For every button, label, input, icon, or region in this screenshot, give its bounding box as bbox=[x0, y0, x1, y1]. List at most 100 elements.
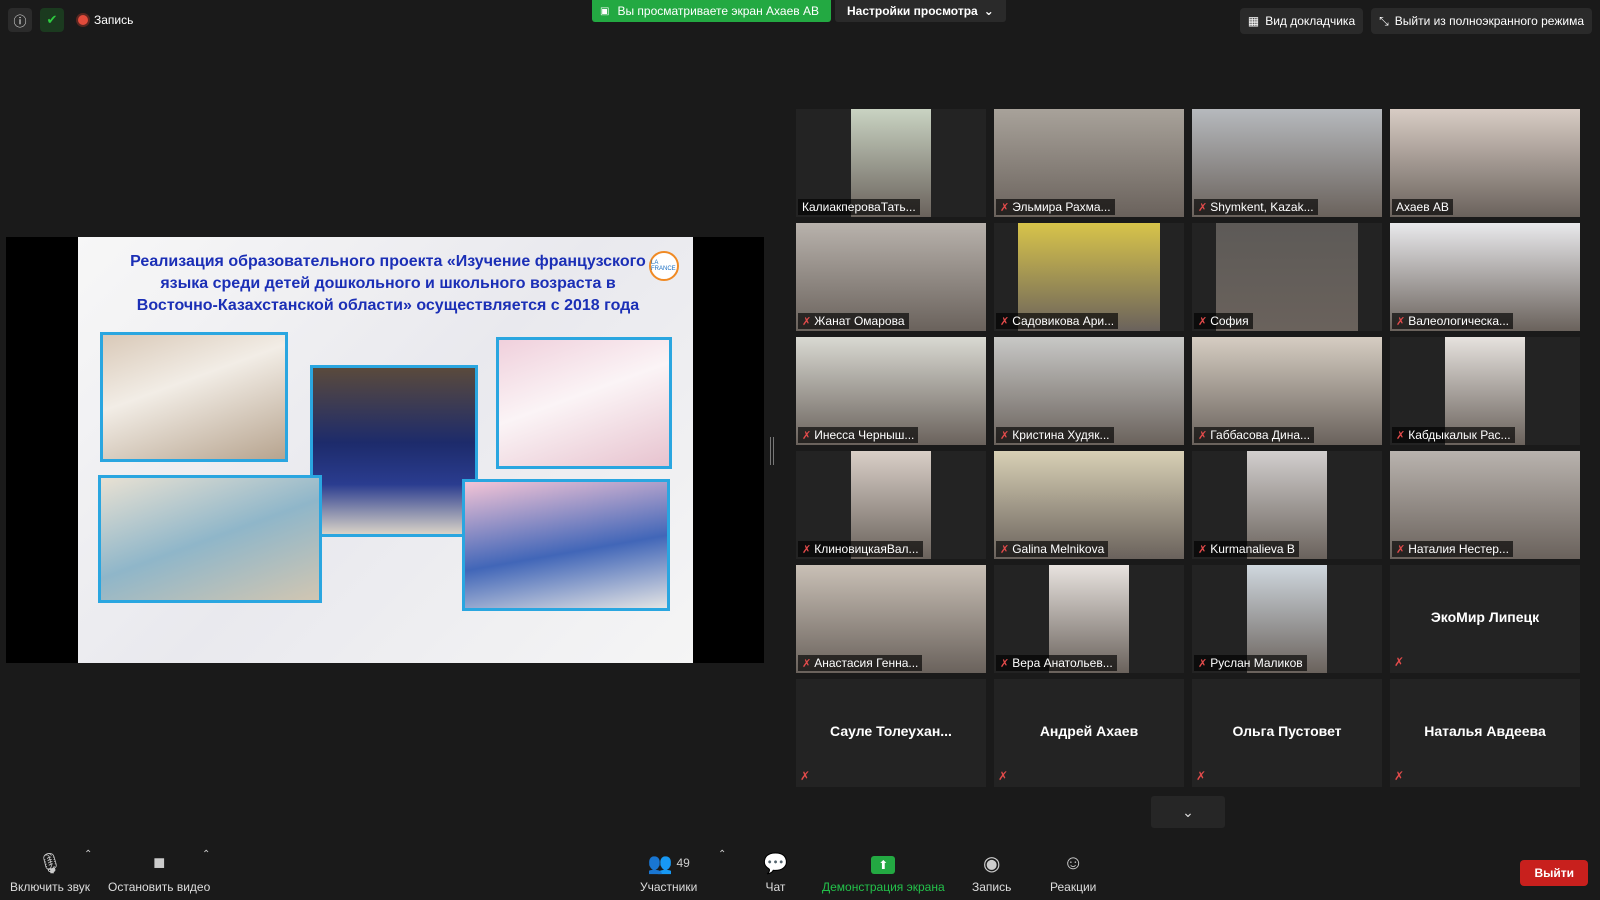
participant-name-label: ✗ Кабдыкалык Рас... bbox=[1392, 427, 1515, 443]
microphone-muted-icon: ✗ bbox=[802, 543, 812, 556]
participant-tile[interactable]: ✗ Анастасия Генна... bbox=[796, 565, 986, 673]
participant-tile[interactable]: ✗ Эльмира Рахма... bbox=[994, 109, 1184, 217]
microphone-muted-icon: ✗ bbox=[1394, 655, 1405, 669]
participant-tile[interactable]: ✗ КлиновицкаяВал... bbox=[796, 451, 986, 559]
shield-icon[interactable]: ✔ bbox=[40, 8, 64, 32]
participant-name: Kurmanalieva B bbox=[1210, 542, 1295, 556]
participant-tile[interactable]: ✗ Габбасова Дина... bbox=[1192, 337, 1382, 445]
participant-tile[interactable]: ✗ София bbox=[1192, 223, 1382, 331]
slide-photo-4 bbox=[98, 475, 322, 603]
participant-name: Андрей Ахаев bbox=[1039, 723, 1139, 739]
participant-tile[interactable]: ✗ Инесса Черныш... bbox=[796, 337, 986, 445]
speaker-view-label: Вид докладчика bbox=[1265, 14, 1356, 28]
video-options-caret[interactable]: ⌃ bbox=[202, 849, 210, 860]
participant-name: КалиакпероваТать... bbox=[802, 200, 916, 214]
view-options-label: Настройки просмотра bbox=[847, 4, 978, 18]
shared-screen[interactable]: Реализация образовательного проекта «Изу… bbox=[6, 237, 764, 663]
resize-handle[interactable] bbox=[770, 437, 774, 465]
participant-name-label: ✗ Shymkent, Kazak... bbox=[1194, 199, 1318, 215]
reactions-button[interactable]: ☺ Реакции bbox=[1050, 852, 1096, 895]
meeting-status-bar: ⓘ ✔ Запись bbox=[8, 8, 139, 32]
view-controls: ▦ Вид докладчика ⤡ Выйти из полноэкранно… bbox=[1239, 8, 1592, 34]
microphone-muted-icon: ✗ bbox=[1000, 201, 1010, 214]
microphone-muted-icon: ✗ bbox=[1198, 657, 1208, 670]
microphone-muted-icon: ✗ bbox=[1396, 315, 1406, 328]
participant-tile[interactable]: ✗ Наталия Нестер... bbox=[1390, 451, 1580, 559]
participants-options-caret[interactable]: ⌃ bbox=[718, 849, 726, 860]
leave-button[interactable]: Выйти bbox=[1520, 860, 1588, 886]
participant-name-label: ✗ Анастасия Генна... bbox=[798, 655, 923, 671]
participant-name-label: ✗ Кристина Худяк... bbox=[996, 427, 1114, 443]
participant-tile[interactable]: ✗ Руслан Маликов bbox=[1192, 565, 1382, 673]
participant-name: КлиновицкаяВал... bbox=[814, 542, 919, 556]
info-icon[interactable]: ⓘ bbox=[8, 8, 32, 32]
participant-name-label: Ахаев АВ bbox=[1392, 199, 1453, 215]
participant-name: Сауле Толеухан... bbox=[830, 723, 952, 739]
microphone-muted-icon: ✗ bbox=[802, 429, 812, 442]
microphone-muted-icon: ✗ bbox=[1196, 769, 1207, 783]
participants-button[interactable]: 👥 49 Участники bbox=[640, 852, 697, 895]
unmute-label: Включить звук bbox=[10, 880, 91, 894]
exit-fullscreen-button[interactable]: ⤡ Выйти из полноэкранного режима bbox=[1371, 8, 1592, 34]
stop-video-button[interactable]: ■ Остановить видео bbox=[108, 852, 211, 895]
participant-name-label: ✗ Galina Melnikova bbox=[996, 541, 1109, 557]
participant-name-label: КалиакпероваТать... bbox=[798, 199, 920, 215]
microphone-muted-icon: ✗ bbox=[1000, 657, 1010, 670]
record-icon: ◉ bbox=[982, 852, 1001, 875]
participant-name: Садовикова Ари... bbox=[1012, 314, 1115, 328]
microphone-muted-icon: ✗ bbox=[1396, 543, 1406, 556]
participant-name: Валеологическа... bbox=[1408, 314, 1509, 328]
participant-name: Жанат Омарова bbox=[814, 314, 905, 328]
participant-name-label: ✗ Kurmanalieva B bbox=[1194, 541, 1299, 557]
record-label: Запись bbox=[972, 880, 1012, 894]
speaker-view-button[interactable]: ▦ Вид докладчика bbox=[1239, 8, 1364, 34]
microphone-muted-icon: ✗ bbox=[802, 657, 812, 670]
participant-tile[interactable]: Наталья Авдеева ✗ bbox=[1390, 679, 1580, 787]
microphone-muted-icon: ✗ bbox=[1000, 315, 1010, 328]
participant-name: ЭкоМир Липецк bbox=[1430, 609, 1540, 625]
participant-tile[interactable]: ЭкоМир Липецк ✗ bbox=[1390, 565, 1580, 673]
record-button[interactable]: ◉ Запись bbox=[972, 852, 1012, 895]
participant-name-label: ✗ Валеологическа... bbox=[1392, 313, 1513, 329]
participants-count: 49 bbox=[676, 856, 690, 870]
slide-photo-5 bbox=[462, 479, 670, 611]
participant-tile[interactable]: ✗ Galina Melnikova bbox=[994, 451, 1184, 559]
recording-indicator[interactable]: Запись bbox=[72, 8, 139, 32]
participant-tile[interactable]: Ольга Пустовет ✗ bbox=[1192, 679, 1382, 787]
participant-name: Кристина Худяк... bbox=[1012, 428, 1110, 442]
participant-tile[interactable]: ✗ Жанат Омарова bbox=[796, 223, 986, 331]
participant-tile[interactable]: ✗ Shymkent, Kazak... bbox=[1192, 109, 1382, 217]
unmute-button[interactable]: 🎙 Включить звук bbox=[10, 852, 91, 895]
participant-name: Наталия Нестер... bbox=[1408, 542, 1509, 556]
participant-name-label: ✗ Инесса Черныш... bbox=[798, 427, 919, 443]
screen-share-banner: ▣ Вы просматриваете экран Ахаев АВ bbox=[592, 0, 831, 22]
participant-tile[interactable]: ✗ Вера Анатольев... bbox=[994, 565, 1184, 673]
microphone-muted-icon: 🎙 bbox=[37, 852, 63, 875]
record-dot-icon bbox=[78, 15, 88, 25]
participant-tile[interactable]: Андрей Ахаев ✗ bbox=[994, 679, 1184, 787]
participant-name: Кабдыкалык Рас... bbox=[1408, 428, 1511, 442]
gallery-next-page-button[interactable]: ⌄ bbox=[1151, 796, 1225, 828]
participant-name: Ахаев АВ bbox=[1396, 200, 1449, 214]
slide-photo-3 bbox=[496, 337, 672, 469]
chat-label: Чат bbox=[765, 880, 786, 894]
la-france-logo-icon: LA FRANCE bbox=[649, 251, 679, 281]
participant-name: Вера Анатольев... bbox=[1012, 656, 1113, 670]
participant-tile[interactable]: ✗ Кристина Худяк... bbox=[994, 337, 1184, 445]
stop-video-label: Остановить видео bbox=[108, 880, 211, 894]
view-options-dropdown[interactable]: Настройки просмотра ⌄ bbox=[835, 0, 1006, 22]
participant-tile[interactable]: ✗ Кабдыкалык Рас... bbox=[1390, 337, 1580, 445]
microphone-muted-icon: ✗ bbox=[1198, 315, 1208, 328]
participant-name-label: ✗ Габбасова Дина... bbox=[1194, 427, 1315, 443]
participant-tile[interactable]: Сауле Толеухан... ✗ bbox=[796, 679, 986, 787]
participant-tile[interactable]: ✗ Kurmanalieva B bbox=[1192, 451, 1382, 559]
participant-tile[interactable]: ✗ Садовикова Ари... bbox=[994, 223, 1184, 331]
participant-tile[interactable]: КалиакпероваТать... bbox=[796, 109, 986, 217]
chat-button[interactable]: 💬 Чат bbox=[763, 852, 788, 895]
participant-name: София bbox=[1210, 314, 1249, 328]
participant-tile[interactable]: ✗ Валеологическа... bbox=[1390, 223, 1580, 331]
share-screen-button[interactable]: ⬆ Демонстрация экрана bbox=[822, 856, 945, 894]
participant-tile[interactable]: Ахаев АВ bbox=[1390, 109, 1580, 217]
audio-options-caret[interactable]: ⌃ bbox=[84, 849, 92, 860]
share-banner-text: Вы просматриваете экран Ахаев АВ bbox=[617, 4, 819, 18]
